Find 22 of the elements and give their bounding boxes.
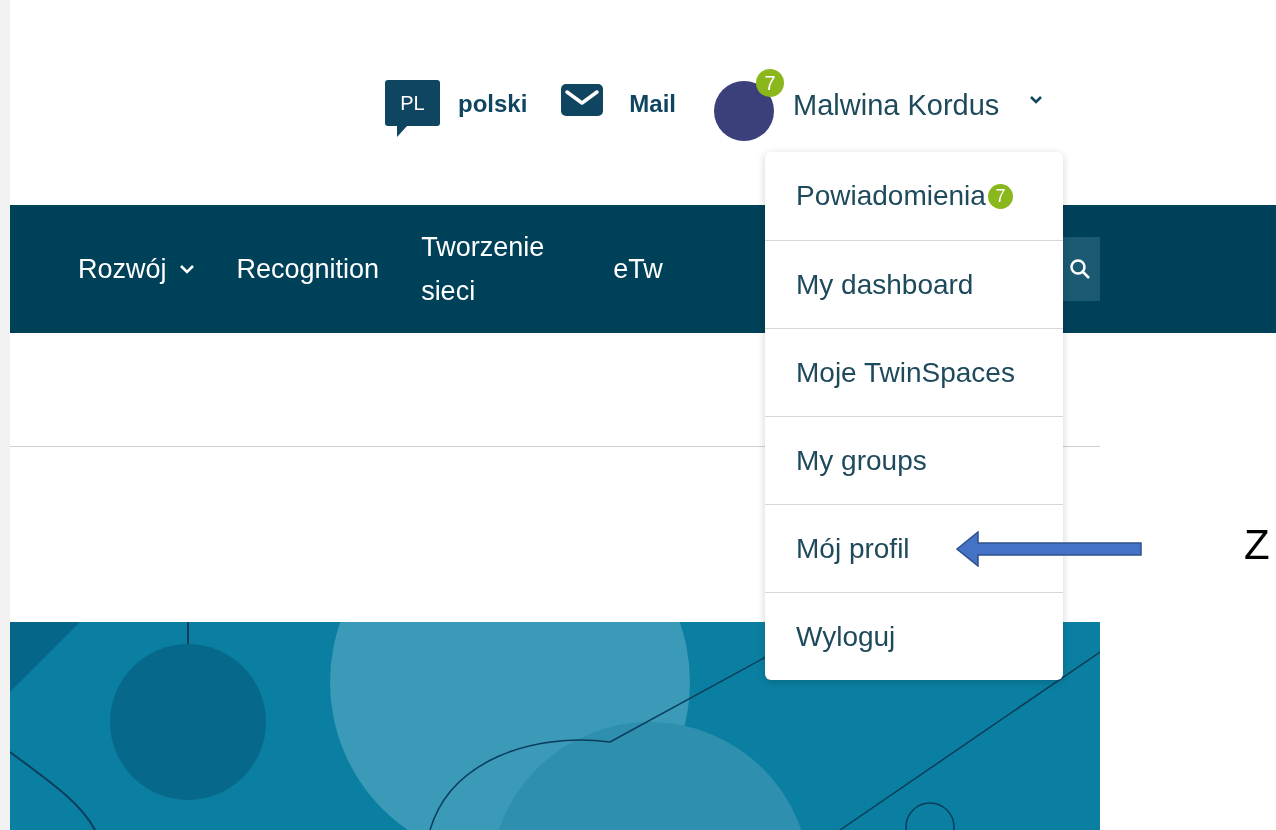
- chevron-down-icon: [178, 264, 195, 274]
- mail-link[interactable]: Mail: [629, 85, 677, 122]
- language-link[interactable]: polski: [458, 85, 528, 122]
- menu-item[interactable]: Wyloguj: [765, 592, 1063, 680]
- chevron-down-icon[interactable]: [1029, 95, 1044, 104]
- nav-item[interactable]: Recognition: [236, 247, 380, 291]
- language-badge[interactable]: PL: [385, 80, 440, 137]
- menu-item[interactable]: Powiadomienia 7: [765, 152, 1063, 240]
- search-icon: [1069, 258, 1091, 280]
- nav-item[interactable]: Rozwój: [78, 247, 195, 291]
- annotation-text: Z: [1244, 524, 1270, 566]
- nav-item[interactable]: Tworzenie sieci: [421, 225, 572, 313]
- menu-item[interactable]: Moje TwinSpaces: [765, 328, 1063, 416]
- user-name[interactable]: Malwina Kordus: [793, 83, 1000, 128]
- search-button[interactable]: [1060, 237, 1100, 301]
- menu-item[interactable]: My groups: [765, 416, 1063, 504]
- nav-item[interactable]: eTw: [613, 247, 663, 291]
- notification-badge: 7: [987, 183, 1013, 209]
- mail-icon: [561, 83, 604, 116]
- notification-badge: 7: [756, 68, 785, 97]
- menu-item[interactable]: My dashboard: [765, 240, 1063, 328]
- arrow-icon: [956, 531, 1142, 567]
